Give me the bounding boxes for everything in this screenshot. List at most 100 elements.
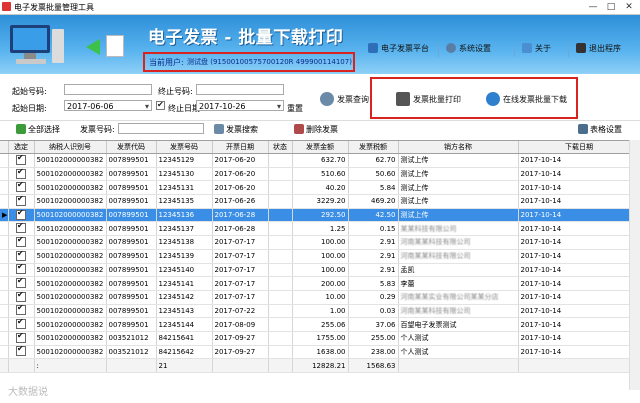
- download-date-cell: 2017-10-14: [518, 153, 640, 168]
- issue-date-cell: 2017-07-17: [212, 263, 269, 278]
- row-checkbox[interactable]: [16, 345, 26, 357]
- start-date-picker[interactable]: 2017-06-06: [64, 100, 152, 112]
- invoice-search-button[interactable]: 发票搜索: [214, 124, 258, 135]
- tax-cell: 5.83: [348, 276, 399, 291]
- col-header[interactable]: 选定: [8, 141, 35, 154]
- select-cell[interactable]: [8, 208, 35, 223]
- row-checkbox[interactable]: [16, 304, 26, 316]
- table-row[interactable]: 500102000000382007899501123451442017-08-…: [0, 317, 640, 332]
- col-header[interactable]: 发票号码: [156, 141, 213, 154]
- table-row[interactable]: 500102000000382007899501123451302017-06-…: [0, 167, 640, 182]
- row-checkbox[interactable]: [16, 208, 26, 220]
- amount-cell: 200.00: [292, 276, 349, 291]
- select-cell[interactable]: [8, 290, 35, 305]
- table-row[interactable]: 500102000000382003521012842156412017-09-…: [0, 331, 640, 346]
- close-button[interactable]: ✕: [620, 1, 638, 13]
- seller-name-cell: 测试上传: [398, 153, 519, 168]
- row-checkbox[interactable]: [16, 181, 26, 193]
- taxpayer-id-cell: 500102000000382: [34, 345, 107, 360]
- invoice-no-cell: 12345144: [156, 317, 213, 332]
- table-row[interactable]: 500102000000382007899501123451412017-07-…: [0, 276, 640, 291]
- issue-date-cell: 2017-06-26: [212, 194, 269, 209]
- header-marker: [0, 141, 9, 154]
- row-checkbox[interactable]: [16, 249, 26, 261]
- row-checkbox[interactable]: [16, 167, 26, 179]
- grid-icon: [578, 124, 588, 134]
- invoice-no-search-input[interactable]: [118, 123, 204, 134]
- issue-date-cell: 2017-09-27: [212, 331, 269, 346]
- download-date-cell: 2017-10-14: [518, 345, 640, 360]
- select-cell[interactable]: [8, 345, 35, 360]
- amount-cell: 292.50: [292, 208, 349, 223]
- end-no-input[interactable]: [196, 84, 284, 95]
- row-checkbox[interactable]: [16, 195, 26, 206]
- table-row[interactable]: 500102000000382007899501123451382017-07-…: [0, 235, 640, 250]
- table-row[interactable]: 500102000000382007899501123451432017-07-…: [0, 304, 640, 319]
- row-checkbox[interactable]: [16, 263, 26, 275]
- col-header[interactable]: 纳税人识别号: [34, 141, 107, 154]
- row-checkbox[interactable]: [16, 290, 26, 302]
- select-cell[interactable]: [8, 194, 35, 209]
- col-header[interactable]: 发票代码: [106, 141, 157, 154]
- reset-button[interactable]: 重置: [287, 103, 303, 114]
- table-row[interactable]: 500102000000382007899501123451422017-07-…: [0, 290, 640, 305]
- select-cell[interactable]: [8, 180, 35, 196]
- col-header[interactable]: 发票税额: [348, 141, 399, 154]
- invoice-no-cell: 12345137: [156, 221, 213, 237]
- row-marker: [0, 290, 9, 305]
- exit-button[interactable]: 退出程序: [576, 43, 621, 57]
- invoice-code-cell: 007899501: [106, 167, 157, 182]
- table-row[interactable]: 500102000000382007899501123451312017-06-…: [0, 180, 640, 196]
- select-cell[interactable]: [8, 263, 35, 278]
- table-row[interactable]: 500102000000382007899501123451352017-06-…: [0, 194, 640, 209]
- select-cell[interactable]: [8, 221, 35, 237]
- table-row[interactable]: 500102000000382007899501123451292017-06-…: [0, 153, 640, 168]
- grid-settings-button[interactable]: 表格设置: [578, 124, 622, 135]
- vertical-scrollbar[interactable]: [629, 140, 640, 390]
- col-header[interactable]: 开票日期: [212, 141, 269, 154]
- select-cell[interactable]: [8, 249, 35, 264]
- row-checkbox[interactable]: [16, 222, 26, 234]
- start-no-input[interactable]: [64, 84, 152, 95]
- select-cell[interactable]: [8, 235, 35, 250]
- row-checkbox[interactable]: [16, 236, 26, 247]
- table-header: 选定 纳税人识别号 发票代码 发票号码 开票日期 状态 发票金额 发票税额 销方…: [0, 141, 640, 154]
- row-checkbox[interactable]: [16, 318, 26, 330]
- col-header[interactable]: 状态: [268, 141, 293, 154]
- e-invoice-platform-button[interactable]: 电子发票平台: [368, 43, 429, 57]
- row-checkbox[interactable]: [16, 331, 26, 343]
- col-header[interactable]: 发票金额: [292, 141, 349, 154]
- row-checkbox[interactable]: [16, 154, 26, 165]
- row-checkbox[interactable]: [16, 277, 26, 289]
- end-date-picker[interactable]: 2017-10-26: [196, 100, 284, 112]
- table-row[interactable]: 500102000000382003521012842156422017-09-…: [0, 345, 640, 360]
- select-cell[interactable]: [8, 153, 35, 168]
- amount-cell: 100.00: [292, 263, 349, 278]
- select-cell[interactable]: [8, 317, 35, 332]
- col-header[interactable]: 销方名称: [398, 141, 519, 154]
- taxpayer-id-cell: 500102000000382: [34, 235, 107, 250]
- table-row[interactable]: ▶ 500102000000382007899501123451362017-06…: [0, 208, 640, 223]
- invoice-query-button[interactable]: 发票查询: [320, 92, 369, 106]
- download-date-cell: 2017-10-14: [518, 249, 640, 264]
- minimize-button[interactable]: —: [584, 1, 602, 13]
- select-cell[interactable]: [8, 167, 35, 182]
- maximize-button[interactable]: □: [602, 1, 620, 13]
- watermark: 大数据说: [8, 387, 48, 398]
- delete-invoice-button[interactable]: 删除发票: [294, 124, 338, 135]
- table-row[interactable]: 500102000000382007899501123451402017-07-…: [0, 263, 640, 278]
- search-icon: [214, 124, 224, 134]
- seller-name-cell: 某某科技有限公司: [398, 221, 519, 237]
- table-row[interactable]: 500102000000382007899501123451392017-07-…: [0, 249, 640, 264]
- issue-date-cell: 2017-06-28: [212, 208, 269, 223]
- table-row[interactable]: 500102000000382007899501123451372017-06-…: [0, 221, 640, 237]
- select-cell[interactable]: [8, 304, 35, 319]
- end-date-checkbox[interactable]: [156, 100, 165, 110]
- select-all-button[interactable]: 全部选择: [16, 124, 60, 135]
- select-cell[interactable]: [8, 276, 35, 291]
- select-cell[interactable]: [8, 331, 35, 346]
- settings-button[interactable]: 系统设置: [446, 43, 491, 57]
- issue-date-cell: 2017-06-28: [212, 221, 269, 237]
- col-header[interactable]: 下载日期: [518, 141, 640, 154]
- about-button[interactable]: 关于: [522, 43, 551, 57]
